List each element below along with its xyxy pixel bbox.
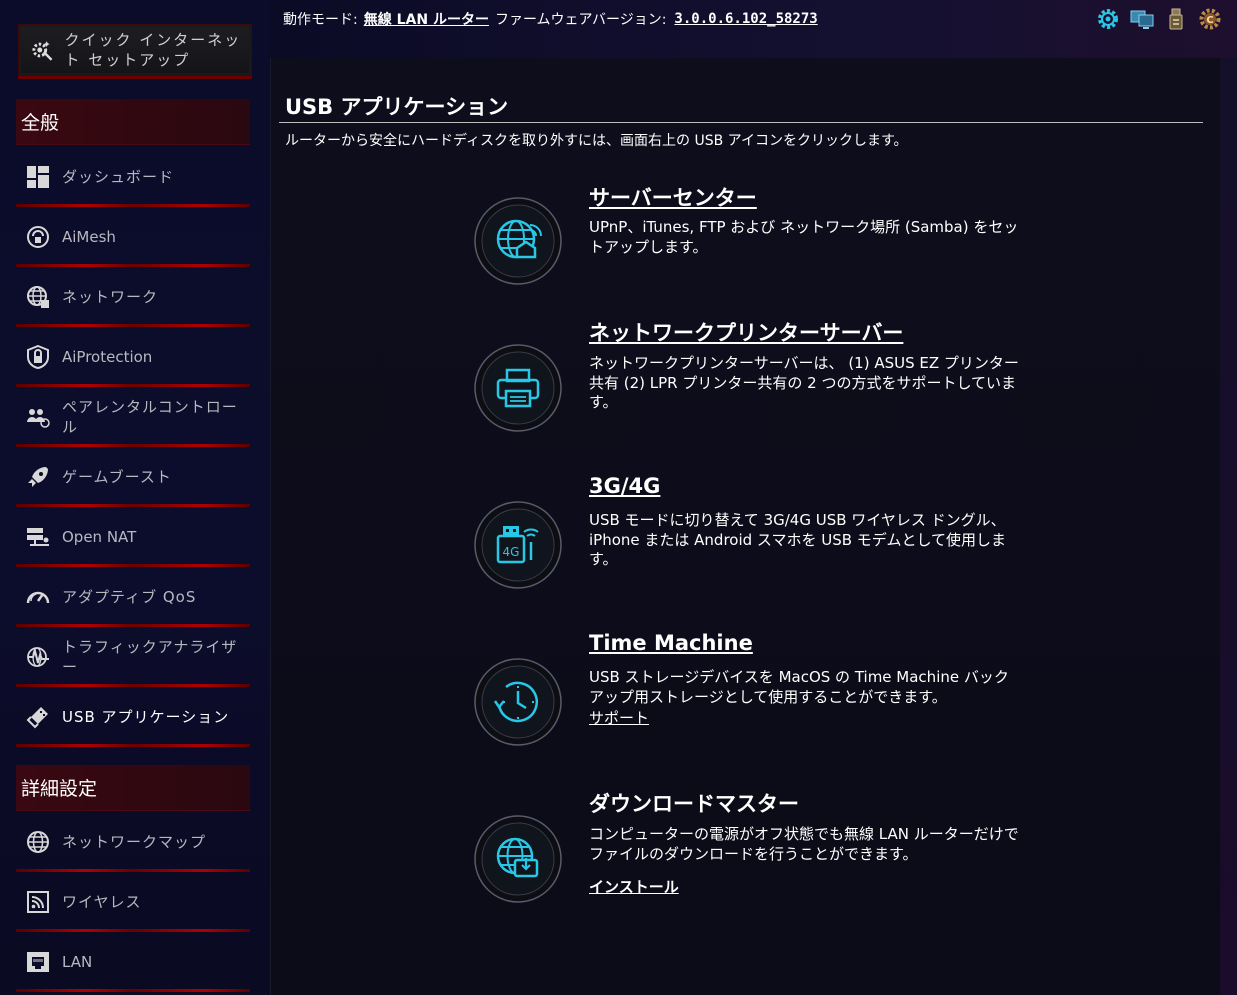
gear-icon[interactable] (1095, 6, 1121, 32)
topbar-status: 動作モード: 無線 LAN ルーター ファームウェアバージョン: 3.0.0.6… (283, 9, 818, 29)
sidebar-item-label: ダッシュボード (62, 168, 175, 186)
app-description: USB モードに切り替えて 3G/4G USB ワイヤレス ドングル、iPhon… (589, 511, 1007, 568)
app-title-link[interactable]: Time Machine (589, 631, 753, 655)
sidebar-item-game-boost[interactable]: ゲームブースト (16, 447, 250, 507)
top-icon-bar: C (1095, 6, 1223, 32)
sidebar-item-network[interactable]: ネットワーク (16, 267, 250, 327)
page-description: ルーターから安全にハードディスクを取り外すには、画面右上の USB アイコンをク… (285, 133, 908, 149)
section-header-advanced: 詳細設定 (16, 765, 250, 811)
sidebar-item-label: アダプティブ QoS (62, 588, 197, 606)
network-monitor-icon[interactable] (1129, 6, 1155, 32)
app-title-link[interactable]: ネットワークプリンターサーバー (589, 317, 903, 347)
operation-mode-link[interactable]: 無線 LAN ルーター (364, 9, 489, 29)
usb-modem-4g-icon[interactable]: 4G (473, 500, 563, 590)
svg-text:C: C (1206, 15, 1213, 26)
firmware-version-link[interactable]: 3.0.0.6.102_58273 (674, 11, 817, 27)
section-title-advanced: 詳細設定 (21, 778, 98, 800)
aimesh-icon (27, 226, 49, 248)
sidebar-item-label: ネットワーク (62, 288, 159, 306)
svg-text:4G: 4G (503, 545, 520, 559)
app-title-link[interactable]: 3G/4G (589, 474, 660, 498)
traffic-icon (27, 647, 49, 667)
sidebar-item-wireless[interactable]: ワイヤレス (16, 872, 250, 932)
firmware-label: ファームウェアバージョン: (494, 12, 667, 28)
sidebar-item-label: Open NAT (62, 528, 137, 546)
support-link[interactable]: サポート (589, 707, 649, 728)
sidebar-item-label: ワイヤレス (62, 893, 142, 911)
sidebar-item-label: ネットワークマップ (62, 833, 207, 851)
install-link[interactable]: インストール (589, 876, 679, 897)
section-title-general: 全般 (21, 112, 60, 134)
quick-setup-label: クイック インターネット セットアップ (64, 31, 242, 69)
usb-icon[interactable] (1163, 6, 1189, 32)
lan-icon (27, 952, 49, 972)
sidebar-item-label: USB アプリケーション (62, 708, 230, 726)
network-map-icon (27, 831, 49, 853)
wireless-icon (27, 891, 49, 913)
gauge-icon (26, 591, 50, 604)
app-description: ネットワークプリンターサーバーは、 (1) ASUS EZ プリンター共有 (2… (589, 354, 1019, 411)
sidebar-item-lan[interactable]: LAN (16, 932, 250, 992)
sidebar-item-usb-application[interactable]: USB アプリケーション (16, 687, 250, 747)
sidebar-item-parental-control[interactable]: ペアレンタルコントロール (16, 387, 250, 447)
parental-icon (27, 409, 50, 428)
right-edge (1220, 58, 1237, 995)
app-description: UPnP、iTunes, FTP および ネットワーク場所 (Samba) をセ… (589, 218, 1019, 256)
app-description: コンピューターの電源がオフ状態でも無線 LAN ルーターだけでファイルのダウンロ… (589, 825, 1019, 863)
update-icon[interactable]: C (1197, 6, 1223, 32)
section-header-general: 全般 (16, 99, 250, 145)
dashboard-icon (27, 166, 49, 188)
sidebar-item-label: トラフィックアナライザー (62, 638, 238, 676)
sidebar-item-label: AiMesh (62, 228, 116, 246)
app-description: USB ストレージデバイスを MacOS の Time Machine バックア… (589, 668, 1009, 706)
time-machine-icon[interactable] (473, 657, 563, 747)
sidebar-item-aimesh[interactable]: AiMesh (16, 207, 250, 267)
sidebar-item-adaptive-qos[interactable]: アダプティブ QoS (16, 567, 250, 627)
sidebar-item-dashboard[interactable]: ダッシュボード (16, 147, 250, 207)
open-nat-icon (27, 528, 49, 546)
sidebar-item-network-map[interactable]: ネットワークマップ (16, 812, 250, 872)
quick-internet-setup-button[interactable]: クイック インターネット セットアップ (18, 24, 252, 76)
app-title-link[interactable]: サーバーセンター (589, 182, 757, 212)
download-master-icon[interactable] (473, 814, 563, 904)
sidebar-item-label: ゲームブースト (62, 468, 172, 486)
sidebar-item-label: AiProtection (62, 348, 153, 366)
server-center-icon[interactable] (473, 196, 563, 286)
sidebar-item-traffic-analyzer[interactable]: トラフィックアナライザー (16, 627, 250, 687)
sidebar-item-label: ペアレンタルコントロール (62, 398, 238, 436)
sidebar-item-open-nat[interactable]: Open NAT (16, 507, 250, 567)
title-divider (279, 122, 1203, 123)
operation-mode-label: 動作モード: (283, 12, 358, 28)
app-title: ダウンロードマスター (589, 792, 799, 816)
wand-setup-icon (32, 41, 53, 61)
printer-icon[interactable] (473, 343, 563, 433)
usb-app-icon (26, 707, 48, 729)
sidebar-item-aiprotection[interactable]: AiProtection (16, 327, 250, 387)
page-title: USB アプリケーション (285, 95, 509, 119)
shield-icon (27, 345, 49, 369)
sidebar-item-label: LAN (62, 953, 93, 971)
rocket-icon (28, 467, 48, 487)
network-globe-icon (27, 286, 49, 308)
